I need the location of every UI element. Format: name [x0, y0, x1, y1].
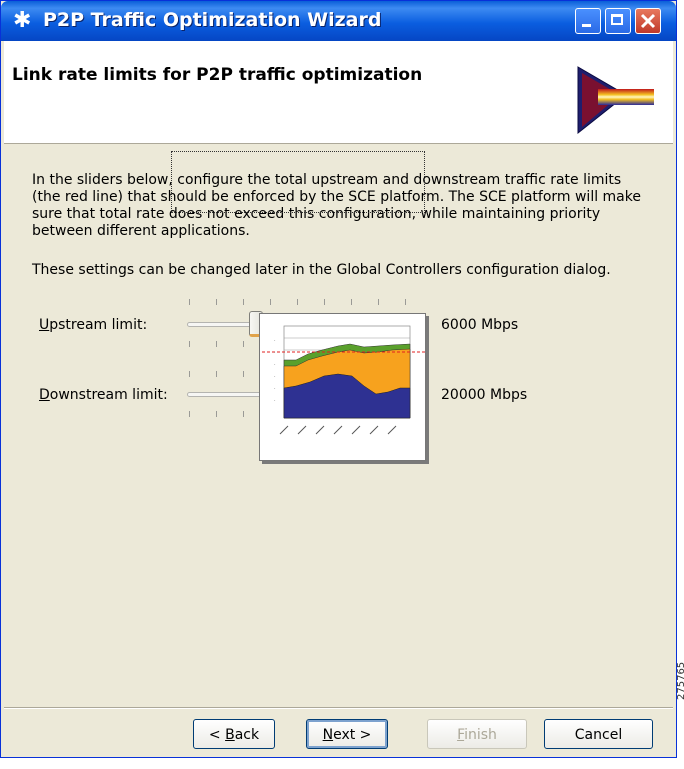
- back-mnemonic: B: [225, 727, 235, 743]
- back-label-prefix: <: [208, 727, 226, 743]
- page-title: Link rate limits for P2P traffic optimiz…: [12, 65, 423, 85]
- x-axis-label-marks: [279, 425, 397, 435]
- back-label-rest: ack: [234, 727, 260, 743]
- next-button[interactable]: Next >: [306, 719, 388, 749]
- axis-ticks: · · · · · ·: [274, 338, 276, 404]
- window-title: P2P Traffic Optimization Wizard: [43, 9, 382, 31]
- upstream-slider-focus: [171, 151, 425, 213]
- finish-button[interactable]: Finish: [427, 719, 527, 749]
- downstream-mnemonic: D: [39, 387, 50, 403]
- close-button[interactable]: [635, 8, 661, 34]
- upstream-ticks-top: [187, 299, 407, 307]
- cancel-button[interactable]: Cancel: [544, 719, 653, 749]
- figure-id-watermark: 275765: [676, 661, 684, 700]
- finish-label-rest: inish: [464, 727, 497, 743]
- close-icon: [640, 13, 656, 29]
- svg-text:·: ·: [274, 386, 276, 392]
- wizard-banner-arrow-icon: [577, 66, 654, 135]
- upstream-mnemonic: U: [39, 317, 50, 333]
- svg-text:·: ·: [274, 338, 276, 344]
- downstream-limit-label: Downstream limit:: [39, 387, 168, 403]
- wizard-window: ✱ P2P Traffic Optimization Wizard Link r…: [0, 0, 677, 758]
- upstream-value: 6000 Mbps: [441, 317, 519, 333]
- app-icon: ✱: [13, 8, 32, 33]
- svg-text:·: ·: [274, 350, 276, 356]
- wizard-header: Link rate limits for P2P traffic optimiz…: [4, 41, 673, 144]
- next-mnemonic: N: [322, 727, 334, 743]
- next-label-rest: ext >: [333, 727, 372, 743]
- svg-text:·: ·: [274, 362, 276, 368]
- back-button[interactable]: < Back: [193, 719, 275, 749]
- traffic-illustration: · · · · · ·: [252, 313, 435, 461]
- upstream-limit-label: Upstream limit:: [39, 317, 147, 333]
- footer-divider: [4, 707, 673, 709]
- minimize-button[interactable]: [575, 8, 601, 34]
- traffic-illustration-graphic: · · · · · ·: [252, 325, 435, 435]
- note-text: These settings can be changed later in t…: [32, 262, 611, 278]
- downstream-value: 20000 Mbps: [441, 387, 528, 403]
- svg-text:·: ·: [274, 374, 276, 380]
- title-bar[interactable]: ✱ P2P Traffic Optimization Wizard: [1, 1, 676, 41]
- svg-text:·: ·: [274, 398, 276, 404]
- downstream-label-text: ownstream limit:: [49, 387, 168, 403]
- upstream-label-text: pstream limit:: [49, 317, 148, 333]
- maximize-button[interactable]: [605, 8, 631, 34]
